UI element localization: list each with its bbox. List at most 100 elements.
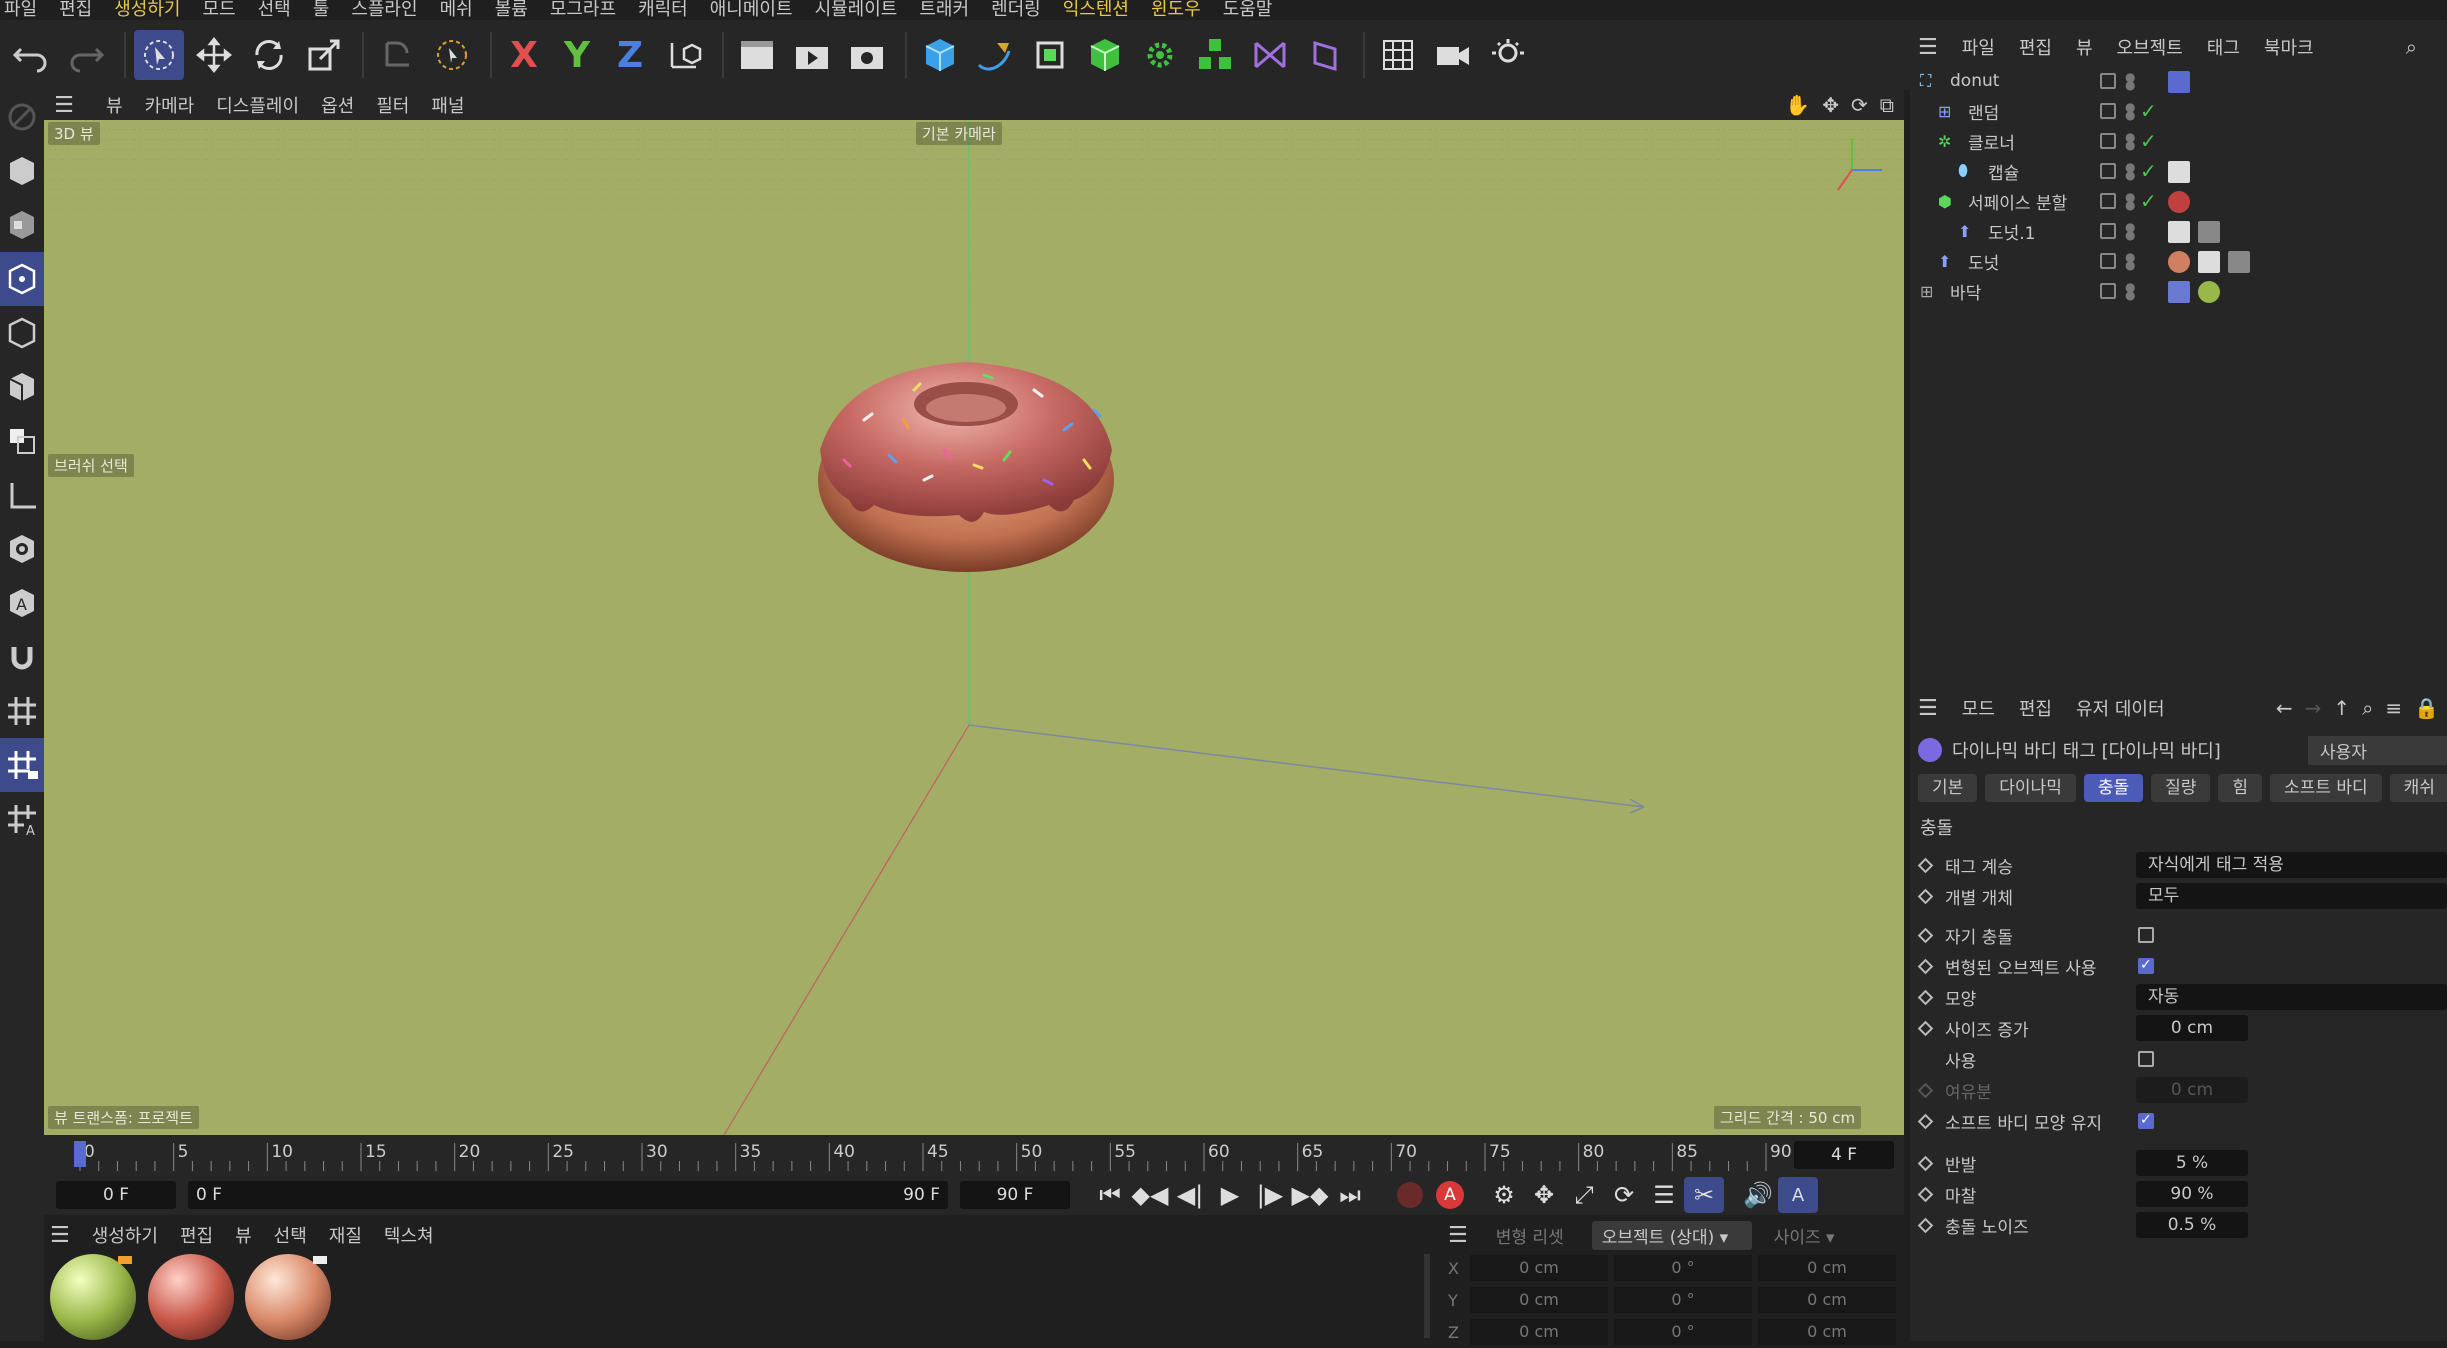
autokey-icon[interactable]: A [1430, 1177, 1470, 1213]
visibility-dots-icon[interactable]: ● ● [2125, 131, 2135, 151]
floor-grid-icon[interactable] [1373, 30, 1423, 80]
texture-mode-icon[interactable] [0, 198, 44, 252]
polygon-mode-icon[interactable] [0, 360, 44, 414]
deformed-checkbox[interactable] [2138, 957, 2154, 974]
end-frame-field[interactable]: 90 F [960, 1181, 1070, 1209]
workplane-icon[interactable] [0, 684, 44, 738]
menu-item-3[interactable]: 모드 [203, 1, 236, 19]
transform-reset-button[interactable]: 변형 리셋 [1480, 1223, 1580, 1248]
hamburger-icon[interactable]: ☰ [1918, 35, 1938, 60]
transform-icon[interactable] [372, 30, 422, 80]
material-green[interactable] [50, 1254, 136, 1340]
coord-size-field[interactable]: 0 cm [1758, 1287, 1896, 1313]
lasso-icon[interactable] [427, 30, 477, 80]
camera-icon[interactable] [1428, 30, 1478, 80]
orbit-icon[interactable]: ⟳ [1851, 93, 1868, 117]
pan-hand-icon[interactable]: ✋ [1785, 93, 1810, 117]
render-settings-icon[interactable] [842, 30, 892, 80]
object-tag-icon[interactable] [2198, 281, 2220, 303]
start-frame-field[interactable]: 0 F [56, 1181, 176, 1209]
next-key-icon[interactable]: ▶◆ [1290, 1177, 1330, 1213]
object-tag-icon[interactable] [2198, 221, 2220, 243]
edit-visibility-icon[interactable] [2100, 223, 2116, 239]
key-rotation-icon[interactable]: ⟳ [1604, 1177, 1644, 1213]
tweak-icon[interactable] [0, 90, 44, 144]
menu-item-7[interactable]: 메쉬 [440, 1, 473, 19]
material-menu-item-1[interactable]: 편집 [180, 1222, 213, 1248]
axis-y-toggle[interactable]: Y [553, 30, 601, 80]
current-frame-field[interactable]: 4 F [1794, 1141, 1894, 1169]
coord-size-field[interactable]: 0 cm [1758, 1255, 1896, 1281]
hamburger-icon[interactable]: ☰ [1918, 696, 1938, 721]
object-row[interactable]: ⊞ 랜덤 ● ● ✓ [1910, 96, 2447, 126]
menu-item-5[interactable]: 툴 [313, 1, 330, 19]
cube-icon[interactable] [915, 30, 965, 80]
menu-item-2[interactable]: 생성하기 [114, 1, 180, 19]
forward-arrow-icon[interactable]: → [2305, 696, 2322, 720]
coord-size-field[interactable]: 0 cm [1758, 1319, 1896, 1345]
light-icon[interactable] [1483, 30, 1533, 80]
viewport-menu-item-3[interactable]: 옵션 [321, 92, 354, 118]
edit-visibility-icon[interactable] [2100, 283, 2116, 299]
visibility-dots-icon[interactable]: ● ● [2125, 71, 2135, 91]
coord-size-dropdown[interactable]: 사이즈 ▾ [1764, 1223, 1874, 1248]
object-row[interactable]: ✲ 클로너 ● ● ✓ [1910, 126, 2447, 156]
object-tag-icon[interactable] [2168, 221, 2190, 243]
enabled-check-icon[interactable]: ✓ [2140, 99, 2157, 123]
timeline-ruler[interactable]: 0 5 10 15 20 25 30 35 40 45 50 55 60 65 70 75 80 85 90 4 F [44, 1135, 1904, 1175]
coord-system-icon[interactable] [659, 30, 709, 80]
zoom-arrows-icon[interactable]: ✥ [1822, 93, 1839, 117]
bounce-field[interactable]: 5 % [2136, 1150, 2248, 1176]
live-select-icon[interactable] [134, 30, 184, 80]
visibility-dots-icon[interactable]: ● ● [2125, 191, 2135, 211]
viewport-menu-item-0[interactable]: 뷰 [106, 92, 123, 118]
field-icon[interactable] [1300, 30, 1350, 80]
object-menu-item-3[interactable]: 오브젝트 [2117, 34, 2183, 60]
object-tag-icon[interactable] [2228, 251, 2250, 273]
up-arrow-icon[interactable]: ↑ [2333, 696, 2350, 720]
object-row[interactable]: ⬆ 도넛 ● ● [1910, 246, 2447, 276]
menu-item-6[interactable]: 스플라인 [351, 1, 417, 19]
record-icon[interactable] [1390, 1177, 1430, 1213]
rotate-icon[interactable] [244, 30, 294, 80]
workplane-lock-icon[interactable] [0, 738, 44, 792]
lock-icon[interactable]: 🔒 [2414, 696, 2439, 720]
object-tag-icon[interactable] [2168, 281, 2190, 303]
attr-tab-4[interactable]: 힘 [2218, 774, 2263, 802]
object-menu-item-5[interactable]: 북마크 [2264, 34, 2314, 60]
material-menu-item-5[interactable]: 텍스쳐 [384, 1222, 434, 1248]
key-scale-icon[interactable]: ⤢ [1564, 1177, 1604, 1213]
edge-mode-icon[interactable] [0, 306, 44, 360]
menu-item-9[interactable]: 모그라프 [550, 1, 616, 19]
cloner-icon[interactable] [1135, 30, 1185, 80]
snap-a-icon[interactable]: A [0, 576, 44, 630]
prev-key-icon[interactable]: ◆◀ [1130, 1177, 1170, 1213]
viewport-menu-item-1[interactable]: 카메라 [145, 92, 195, 118]
edit-visibility-icon[interactable] [2100, 73, 2116, 89]
attr-tab-0[interactable]: 기본 [1918, 774, 1978, 802]
attr-tab-3[interactable]: 질량 [2151, 774, 2211, 802]
material-dough[interactable] [245, 1254, 332, 1340]
object-row[interactable]: ⬢ 서페이스 분할 ● ● ✓ [1910, 186, 2447, 216]
axis-z-toggle[interactable]: Z [606, 30, 654, 80]
viewport-menu-item-4[interactable]: 필터 [376, 92, 409, 118]
object-tag-icon[interactable] [2198, 251, 2220, 273]
axis-mode-icon[interactable] [0, 468, 44, 522]
subdivision-icon[interactable] [1025, 30, 1075, 80]
solo-icon[interactable] [0, 522, 44, 576]
frame-range-slider[interactable]: 0 F 90 F [188, 1181, 948, 1209]
enabled-check-icon[interactable]: ✓ [2140, 189, 2157, 213]
hamburger-icon[interactable]: ☰ [50, 1223, 70, 1248]
shape-dropdown[interactable]: 자동 [2136, 984, 2447, 1010]
scale-icon[interactable] [299, 30, 349, 80]
render-view-icon[interactable] [732, 30, 782, 80]
material-menu-item-0[interactable]: 생성하기 [92, 1222, 158, 1248]
object-menu-item-0[interactable]: 파일 [1962, 34, 1995, 60]
goto-start-icon[interactable]: ⏮ [1090, 1177, 1130, 1213]
material-menu-item-3[interactable]: 선택 [274, 1222, 307, 1248]
edit-visibility-icon[interactable] [2100, 133, 2116, 149]
timeline-mode-icon[interactable]: A [1778, 1177, 1818, 1213]
object-row[interactable]: ⛶ donut ● ● [1910, 66, 2447, 96]
individual-dropdown[interactable]: 모두 [2136, 883, 2447, 909]
collision-noise-field[interactable]: 0.5 % [2136, 1212, 2248, 1238]
